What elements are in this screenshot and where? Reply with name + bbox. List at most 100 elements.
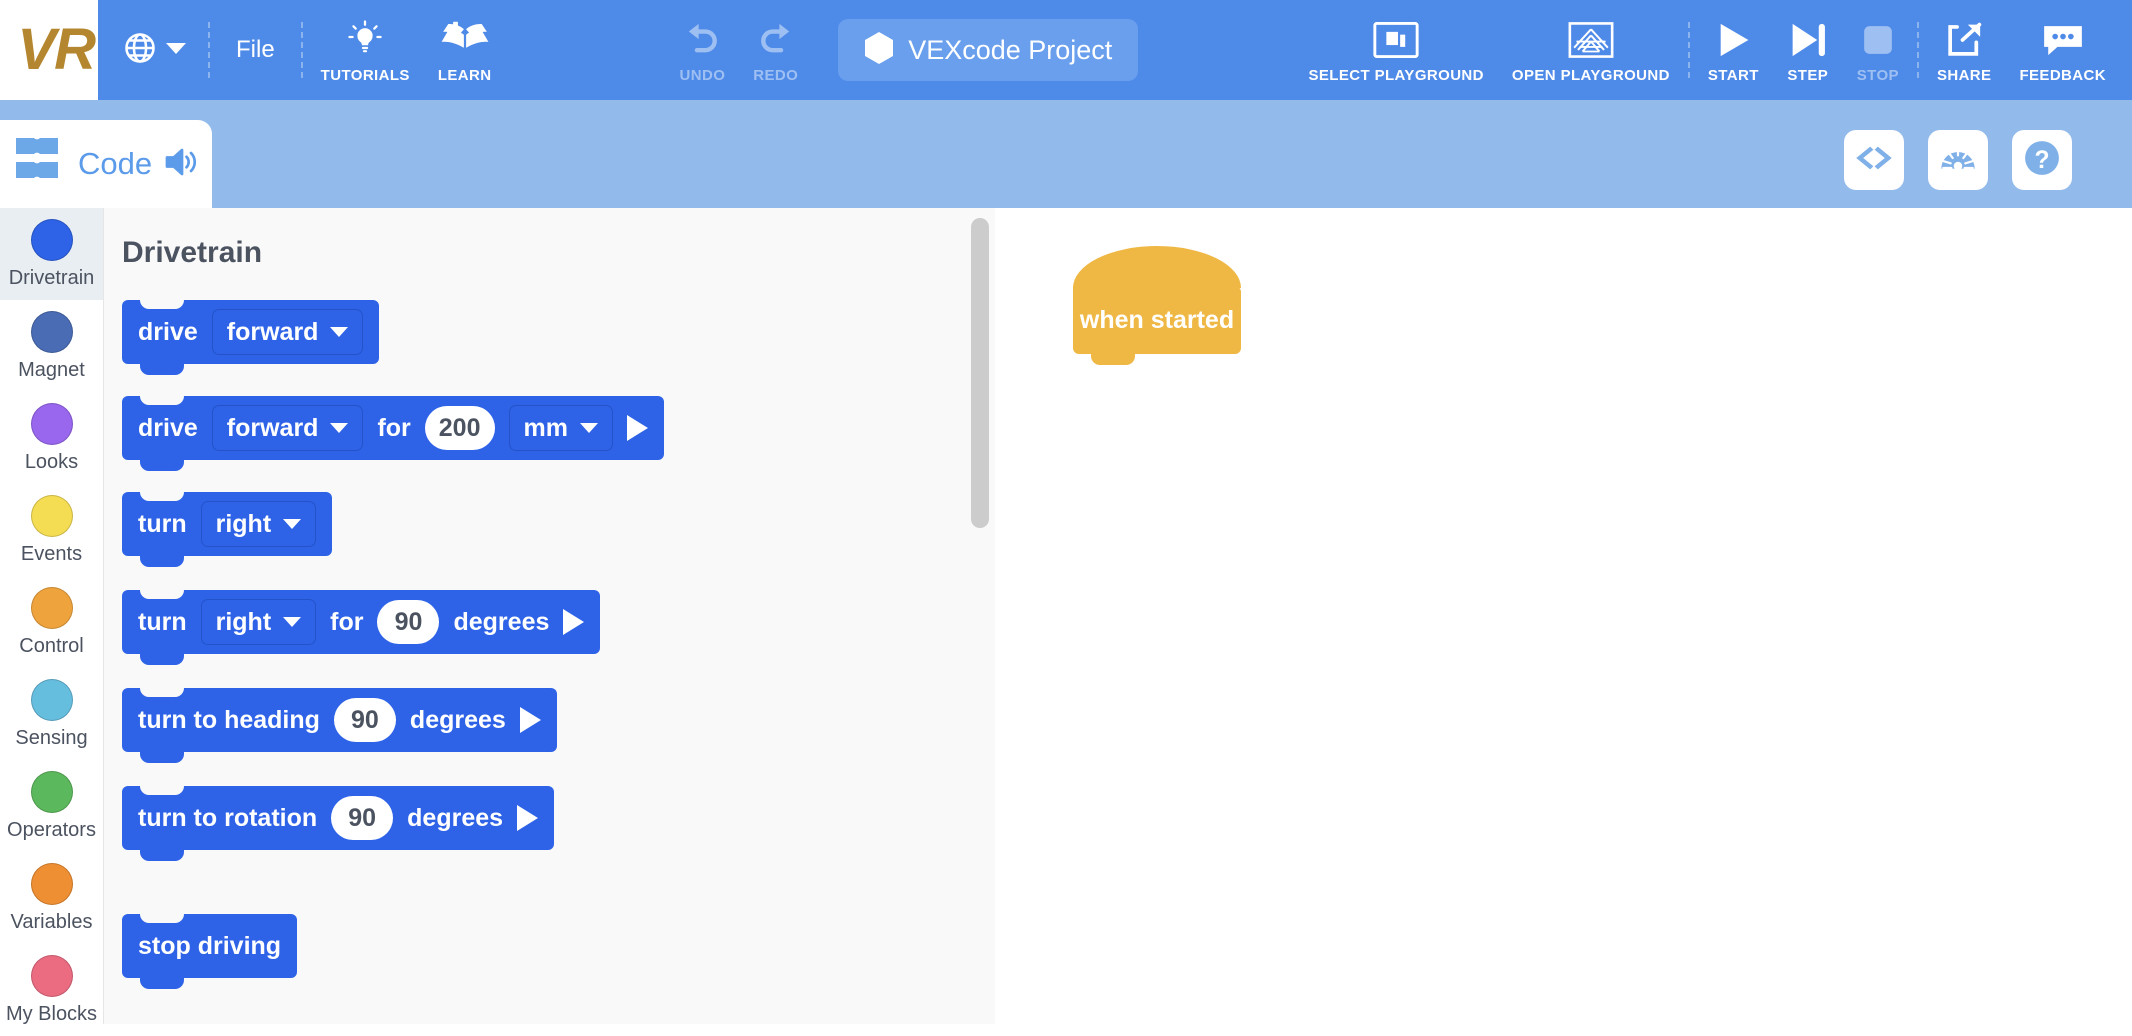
file-menu-button[interactable]: File [214, 0, 297, 100]
run-block-play-icon[interactable] [626, 415, 648, 441]
view-code-button[interactable] [1844, 130, 1904, 190]
start-button[interactable]: START [1694, 0, 1773, 100]
chevron-down-icon [166, 41, 186, 60]
blocks-icon [14, 134, 66, 195]
tutorials-button[interactable]: TUTORIALS [307, 0, 424, 100]
vr-logo: VR [17, 17, 96, 82]
redo-arrow-icon [754, 17, 798, 63]
category-color-dot [30, 862, 73, 905]
heading-input[interactable]: 90 [333, 698, 396, 742]
speaker-icon[interactable] [164, 145, 200, 184]
unit-dropdown[interactable]: mm [508, 405, 613, 451]
palette-scrollbar-track[interactable] [971, 212, 989, 1020]
category-color-dot [30, 310, 73, 353]
toolbar-divider-1 [208, 22, 210, 78]
feedback-label: FEEDBACK [2019, 66, 2106, 84]
project-name-button[interactable]: VEXcode Project [838, 19, 1139, 81]
category-sidebar: Drivetrain Magnet Looks Events Control S… [0, 208, 104, 1025]
share-button[interactable]: SHARE [1923, 0, 2006, 100]
undo-button[interactable]: UNDO [666, 0, 740, 100]
turn-for-degrees-block[interactable]: turn right for 90 degrees [122, 590, 601, 665]
code-workspace[interactable]: when started [995, 208, 2132, 1024]
globe-icon [122, 30, 158, 71]
block-label: turn [138, 607, 187, 636]
chevron-down-icon [283, 519, 302, 529]
start-label: START [1707, 66, 1759, 84]
dashboard-button[interactable] [1928, 130, 1988, 190]
chevron-down-icon [330, 423, 349, 433]
step-label: STEP [1787, 66, 1829, 84]
run-block-play-icon[interactable] [563, 609, 585, 635]
lightbulb-icon [344, 17, 386, 63]
turn-to-rotation-block[interactable]: turn to rotation 90 degrees [122, 786, 555, 861]
sidebar-item-label: Events [20, 542, 83, 565]
distance-input[interactable]: 200 [424, 406, 495, 450]
top-toolbar: VR File TUTORIALS LEARN UNDO REDO VEXcod… [0, 0, 2132, 100]
palette-scrollbar-thumb[interactable] [971, 218, 989, 528]
language-selector[interactable] [98, 0, 204, 100]
sidebar-item-label: My Blocks [5, 1002, 98, 1025]
drive-for-distance-block[interactable]: drive forward for 200 mm [122, 396, 664, 471]
run-block-play-icon[interactable] [519, 707, 541, 733]
hat-block-label: when started [1079, 305, 1235, 334]
file-menu-label: File [236, 36, 275, 63]
sidebar-item-variables[interactable]: Variables [0, 852, 103, 944]
stop-button[interactable]: STOP [1843, 0, 1913, 100]
sidebar-item-magnet[interactable]: Magnet [0, 300, 103, 392]
direction-dropdown[interactable]: forward [211, 309, 364, 355]
degrees-input[interactable]: 90 [377, 600, 440, 644]
sidebar-item-label: Drivetrain [8, 266, 95, 289]
sidebar-item-drivetrain[interactable]: Drivetrain [0, 208, 103, 300]
turn-direction-dropdown[interactable]: right [200, 501, 317, 547]
hat-block-top-curve [1073, 246, 1241, 288]
open-playground-button[interactable]: OPEN PLAYGROUND [1498, 0, 1684, 100]
sidebar-item-sensing[interactable]: Sensing [0, 668, 103, 760]
sidebar-item-events[interactable]: Events [0, 484, 103, 576]
share-export-icon [1943, 17, 1985, 63]
vr-logo-zone: VR [0, 0, 98, 100]
speech-bubble-icon [2041, 17, 2085, 63]
category-color-dot [30, 954, 73, 997]
toolbar-divider-2 [300, 22, 303, 78]
stop-label: STOP [1856, 66, 1899, 84]
rotation-input[interactable]: 90 [331, 796, 394, 840]
category-color-dot [30, 770, 73, 813]
block-label: drive [138, 317, 198, 346]
undo-arrow-icon [680, 17, 724, 63]
turn-direction-dropdown[interactable]: right [200, 599, 317, 645]
help-button[interactable]: ? [2012, 130, 2072, 190]
block-label: turn [138, 509, 187, 538]
category-color-dot [30, 402, 73, 445]
redo-label: REDO [753, 66, 799, 84]
drive-direction-block[interactable]: drive forward [122, 300, 380, 375]
sidebar-item-operators[interactable]: Operators [0, 760, 103, 852]
open-playground-label: OPEN PLAYGROUND [1511, 66, 1670, 84]
sidebar-item-my-blocks[interactable]: My Blocks [0, 944, 103, 1036]
stop-driving-block[interactable]: stop driving [122, 914, 298, 989]
turn-to-heading-block[interactable]: turn to heading 90 degrees [122, 688, 557, 763]
redo-button[interactable]: REDO [739, 0, 812, 100]
block-label: drive [138, 413, 198, 442]
direction-dropdown[interactable]: forward [211, 405, 364, 451]
step-button[interactable]: STEP [1773, 0, 1843, 100]
tab-code[interactable]: Code [0, 120, 212, 208]
when-started-hat-block[interactable]: when started [1073, 246, 1241, 365]
feedback-button[interactable]: FEEDBACK [2005, 0, 2132, 100]
share-label: SHARE [1936, 66, 1992, 84]
sidebar-item-control[interactable]: Control [0, 576, 103, 668]
tab-code-label: Code [78, 146, 153, 181]
category-color-dot [30, 678, 73, 721]
select-playground-button[interactable]: SELECT PLAYGROUND [1294, 0, 1497, 100]
step-forward-icon [1787, 17, 1829, 63]
dropdown-value: forward [226, 317, 319, 346]
sidebar-item-label: Magnet [18, 358, 85, 381]
category-color-dot [30, 586, 73, 629]
learn-button[interactable]: LEARN [424, 0, 506, 100]
sidebar-item-label: Sensing [15, 726, 88, 749]
run-block-play-icon[interactable] [517, 805, 539, 831]
turn-direction-block[interactable]: turn right [122, 492, 333, 567]
sidebar-item-looks[interactable]: Looks [0, 392, 103, 484]
block-label-for: for [330, 607, 364, 636]
block-label-degrees: degrees [407, 803, 504, 832]
block-label-degrees: degrees [409, 705, 506, 734]
